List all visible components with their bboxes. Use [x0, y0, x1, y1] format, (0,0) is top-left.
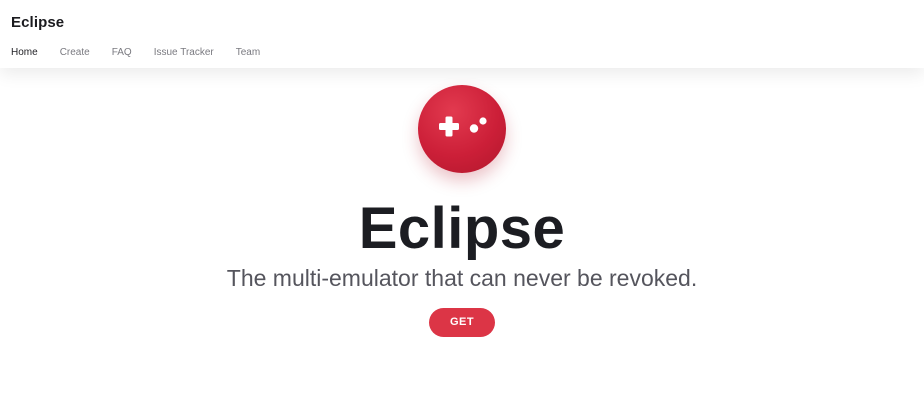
nav-link-issue-tracker[interactable]: Issue Tracker	[154, 47, 214, 58]
nav-link-create[interactable]: Create	[60, 47, 90, 58]
nav-link-faq[interactable]: FAQ	[112, 47, 132, 58]
hero-title: Eclipse	[358, 196, 566, 261]
nav-link-team[interactable]: Team	[236, 47, 260, 58]
hero-subtitle: The multi-emulator that can never be rev…	[226, 265, 698, 291]
hero-section: Eclipse The multi-emulator that can neve…	[0, 68, 924, 405]
app-logo	[418, 85, 506, 173]
gamepad-icon	[439, 116, 487, 137]
nav-links: Home Create FAQ Issue Tracker Team	[11, 47, 282, 58]
get-button[interactable]: GET	[429, 308, 495, 337]
brand-title[interactable]: Eclipse	[11, 14, 64, 31]
nav-link-home[interactable]: Home	[11, 47, 38, 58]
top-navbar: Eclipse Home Create FAQ Issue Tracker Te…	[0, 0, 924, 68]
